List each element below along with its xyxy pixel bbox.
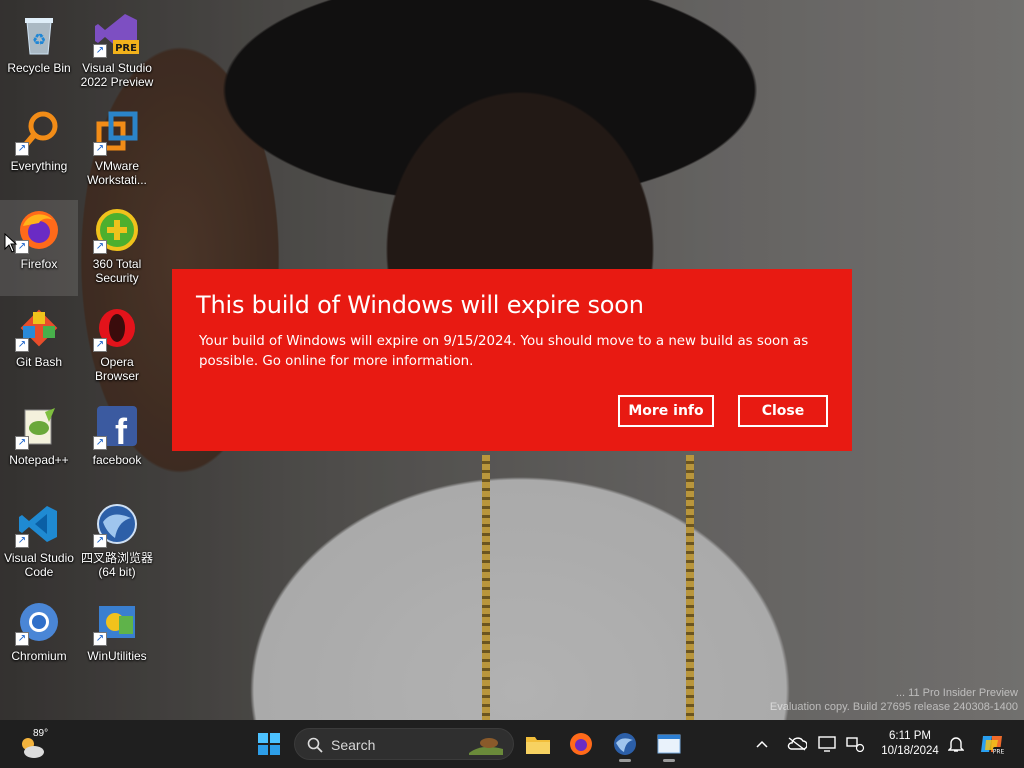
browser-globe-icon [614,733,636,755]
vmware-workstation-icon: ↗ [93,108,141,156]
desktop-icon-label: 四叉路浏览器 (64 bit) [80,551,153,579]
shortcut-arrow-icon: ↗ [93,632,107,646]
copilot-button[interactable]: PRE [974,726,1010,762]
desktop-icon-label: Chromium [11,649,67,663]
taskbar-clock[interactable]: 6:11 PM 10/18/2024 [872,729,948,759]
windows-watermark: ... 11 Pro Insider Preview Evaluation co… [770,686,1018,714]
shortcut-arrow-icon: ↗ [93,44,107,58]
desktop-icon-label: Firefox [20,257,58,271]
chevron-up-icon [756,740,768,748]
desktop-icon-label: Visual Studio Code [4,551,74,579]
notepad-plus-plus-icon: ↗ [15,402,63,450]
desktop-icon-notepad-plus-plus[interactable]: ↗ Notepad++ [0,396,78,492]
desktop-icon-recycle-bin[interactable]: ♻ Recycle Bin [0,4,78,100]
more-info-button[interactable]: More info [618,395,714,427]
display-icon [818,736,836,752]
network-tray[interactable] [840,726,870,762]
everything-search-icon: ↗ [15,108,63,156]
wallpaper-chain-left [482,455,490,720]
dialog-message: Your build of Windows will expire on 9/1… [199,334,809,369]
watermark-line-1: ... 11 Pro Insider Preview [895,687,1018,699]
opera-icon: ↗ [93,304,141,352]
desktop-icon-label: Recycle Bin [7,61,71,75]
build-expiration-dialog: This build of Windows will expire soon Y… [172,269,852,451]
vscode-icon: ↗ [15,500,63,548]
desktop-icon-label: facebook [92,453,142,467]
shortcut-arrow-icon: ↗ [93,436,107,450]
search-placeholder: Search [331,737,376,753]
visual-studio-preview-icon: PRE ↗ [93,10,141,58]
shortcut-arrow-icon: ↗ [93,338,107,352]
shortcut-arrow-icon: ↗ [15,338,29,352]
weather-temperature: 89° [33,728,49,739]
show-hidden-icons-button[interactable] [748,726,776,762]
start-icon [258,733,280,755]
clock-date: 10/18/2024 [881,745,939,757]
desktop-icon-visual-studio-preview[interactable]: PRE ↗ Visual Studio 2022 Preview [78,4,156,100]
globe-browser-icon: ↗ [93,500,141,548]
desktop-icon-vmware[interactable]: ↗ VMware Workstati... [78,102,156,198]
svg-text:♻: ♻ [32,30,46,49]
firefox-icon [570,733,592,755]
desktop-icon-label: Visual Studio 2022 Preview [80,61,154,89]
firefox-icon: ↗ [15,206,63,254]
copilot-icon: PRE [981,736,1005,756]
desktop-icon-label: Opera Browser [94,355,139,383]
360-total-security-icon: ↗ [93,206,141,254]
preview-badge: PRE [115,43,137,54]
desktop-icon-label: VMware Workstati... [87,159,147,187]
svg-text:f: f [115,411,128,448]
search-highlight-icon [469,738,503,755]
shortcut-arrow-icon: ↗ [93,142,107,156]
clock-time: 6:11 PM [889,730,931,742]
desktop-icon-vscode[interactable]: ↗ Visual Studio Code [0,494,78,590]
file-explorer-icon [526,737,550,754]
taskbar-file-explorer[interactable] [520,726,556,762]
start-button[interactable] [251,726,287,762]
search-icon [307,737,323,753]
desktop-icon-label: Everything [10,159,68,173]
taskbar-browser[interactable] [607,726,643,762]
desktop-icon-360-total-security[interactable]: ↗ 360 Total Security [78,200,156,296]
desktop-icon-facebook[interactable]: f ↗ facebook [78,396,156,492]
desktop-icon-label: Git Bash [15,355,63,369]
dialog-title: This build of Windows will expire soon [196,291,644,319]
desktop-icon-winutilities[interactable]: ↗ WinUtilities [78,592,156,688]
shortcut-arrow-icon: ↗ [93,534,107,548]
window-app-icon [657,734,681,754]
shortcut-arrow-icon: ↗ [15,436,29,450]
mouse-cursor-icon [4,233,18,253]
watermark-line-2: Evaluation copy. Build 27695 release 240… [769,701,1018,713]
taskbar-search-box[interactable]: Search [294,728,514,760]
desktop-icon-label: 360 Total Security [92,257,142,285]
notification-bell-icon [948,737,964,752]
desktop-icon-label: WinUtilities [87,649,147,663]
close-button[interactable]: Close [738,395,828,427]
git-bash-icon: ↗ [15,304,63,352]
taskbar-window-app[interactable] [651,726,687,762]
chromium-icon: ↗ [15,598,63,646]
recycle-bin-icon: ♻ [15,10,63,58]
facebook-icon: f ↗ [93,402,141,450]
desktop-icon-browser-64bit[interactable]: ↗ 四叉路浏览器 (64 bit) [78,494,156,590]
shortcut-arrow-icon: ↗ [15,632,29,646]
network-icon [846,737,865,752]
cloud-offline-icon [787,737,807,751]
winutilities-icon: ↗ [93,598,141,646]
display-tray[interactable] [813,726,843,762]
desktop-icon-everything[interactable]: ↗ Everything [0,102,78,198]
wallpaper-chain-right [686,455,694,720]
shortcut-arrow-icon: ↗ [15,534,29,548]
taskbar-firefox[interactable] [563,726,599,762]
desktop-icon-chromium[interactable]: ↗ Chromium [0,592,78,688]
desktop-icon-label: Notepad++ [9,453,69,467]
shortcut-arrow-icon: ↗ [15,142,29,156]
onedrive-tray[interactable] [782,726,812,762]
desktop-icon-git-bash[interactable]: ↗ Git Bash [0,298,78,394]
desktop-icon-opera[interactable]: ↗ Opera Browser [78,298,156,394]
svg-text:PRE: PRE [993,749,1005,756]
shortcut-arrow-icon: ↗ [93,240,107,254]
